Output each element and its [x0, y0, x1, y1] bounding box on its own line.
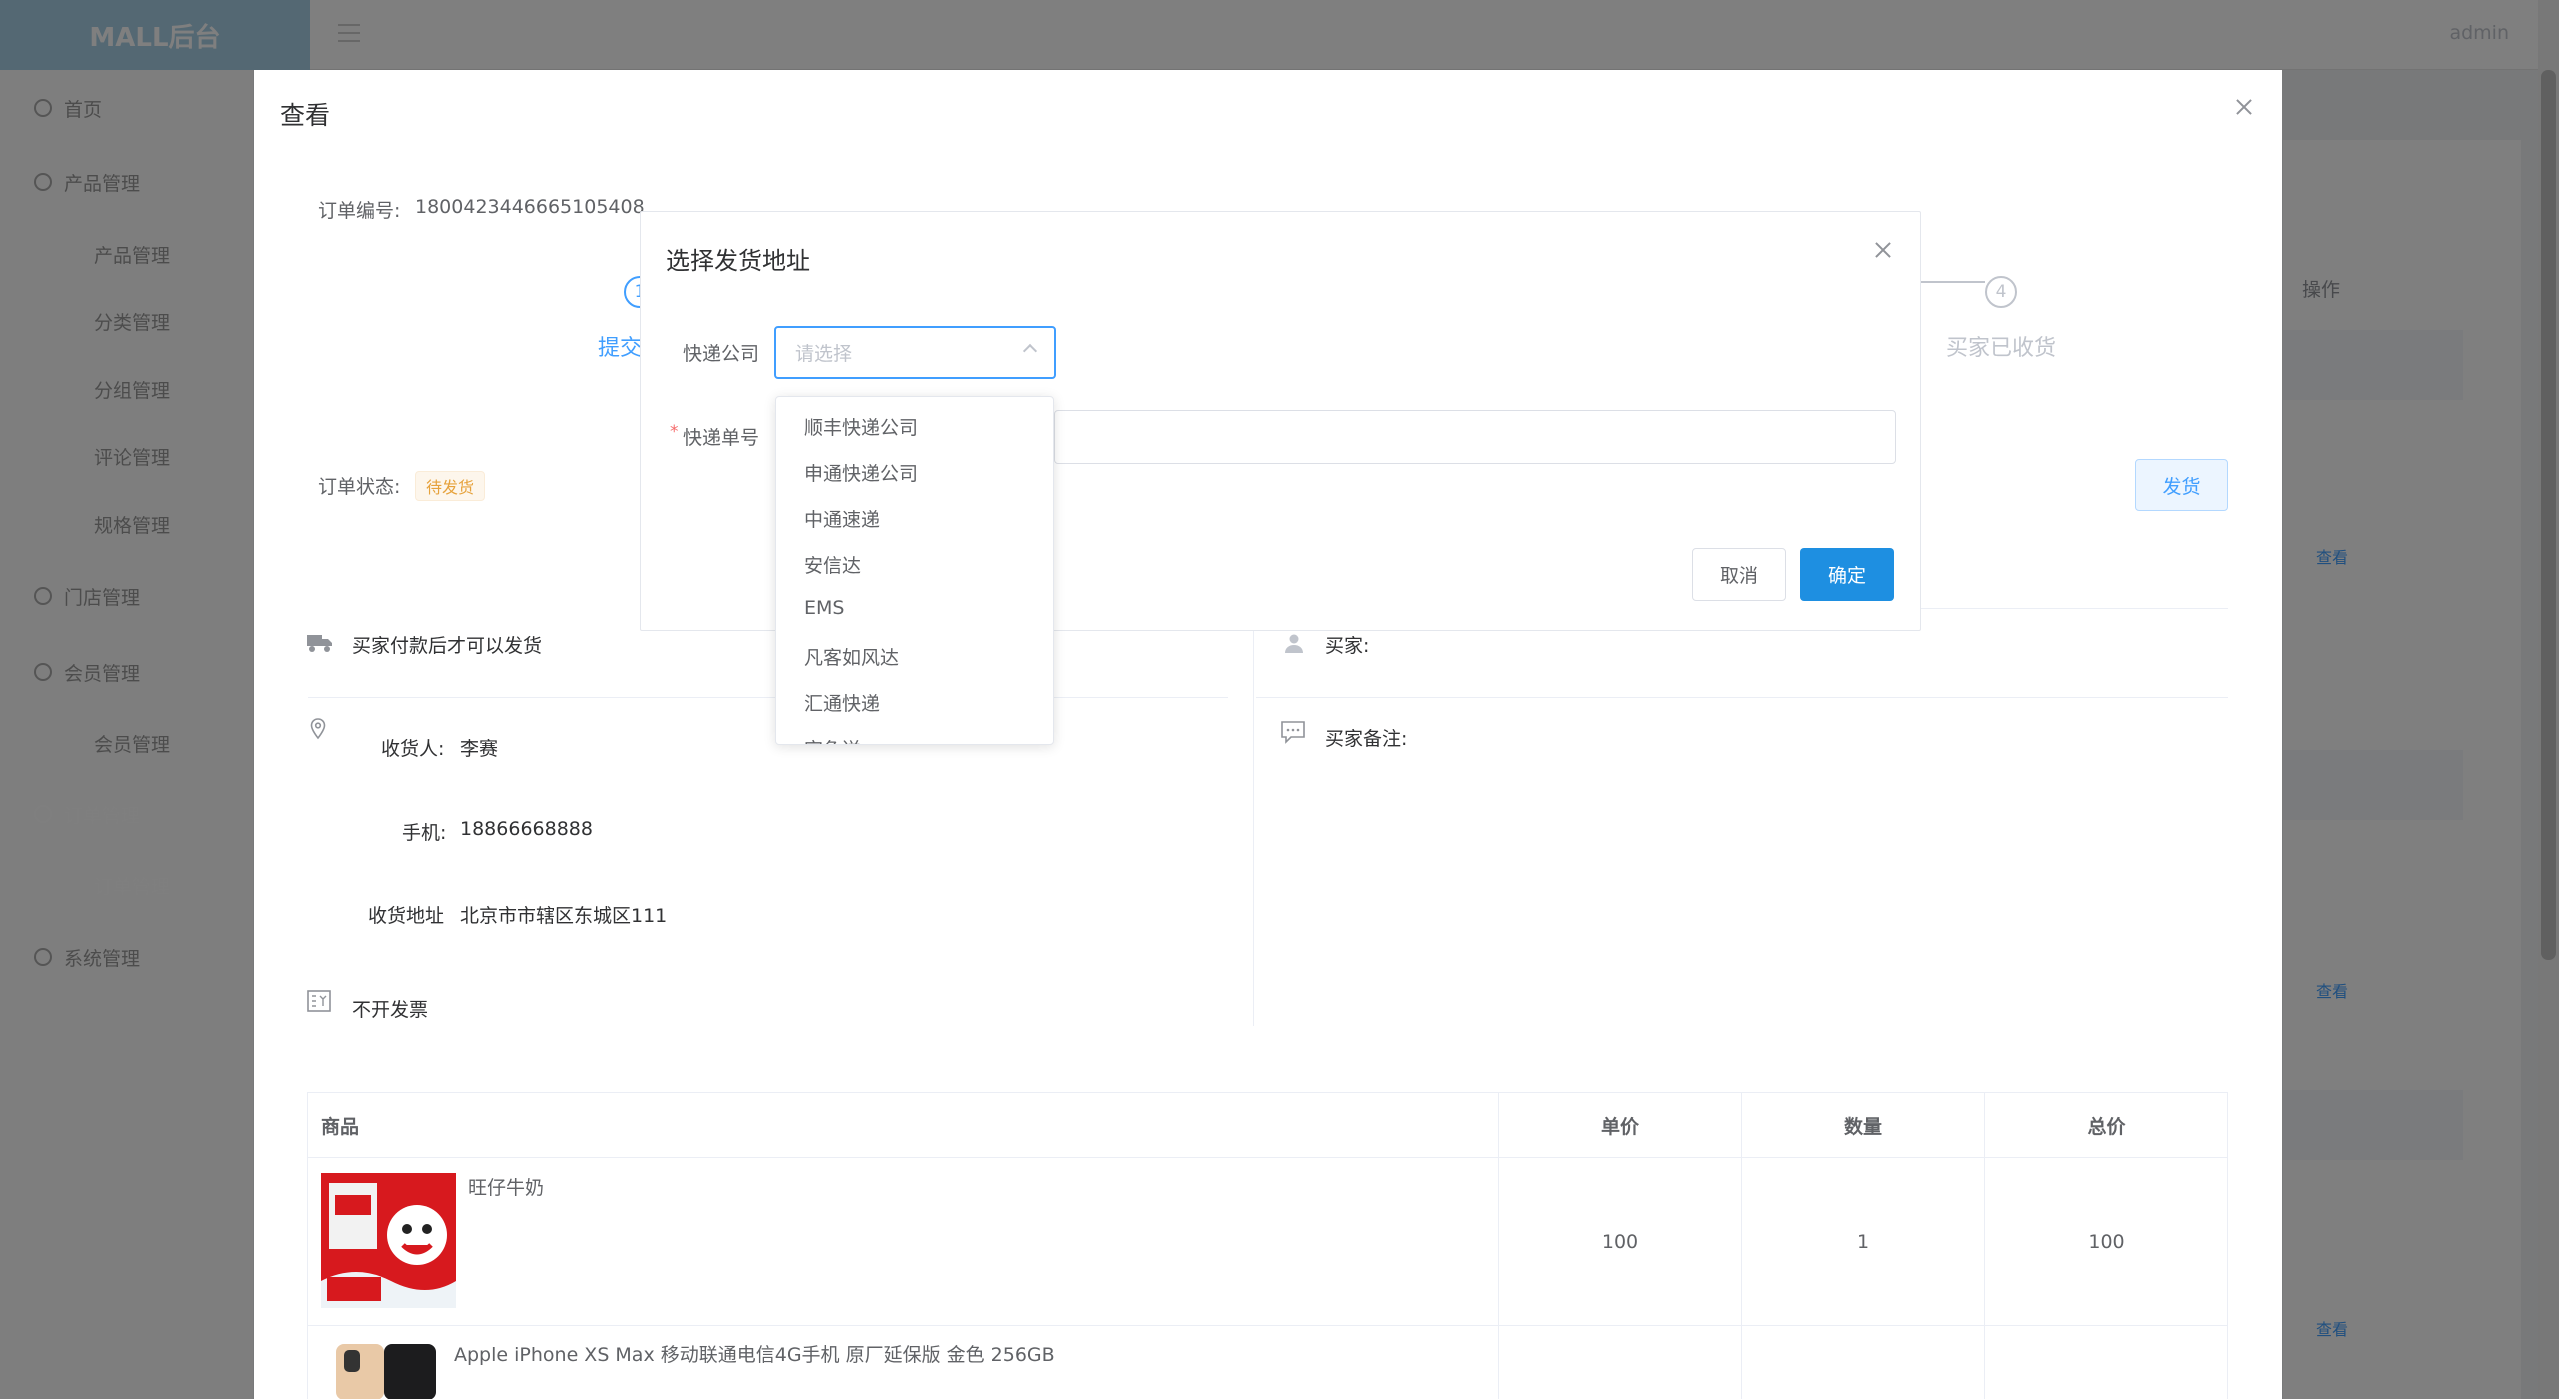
total-cell	[1985, 1326, 2228, 1399]
column-header-price: 单价	[1499, 1093, 1742, 1158]
invoice-icon	[307, 990, 331, 1012]
table-row: 旺仔牛奶	[308, 1158, 1499, 1326]
step-4-label: 买家已收货	[1946, 336, 2057, 361]
column-divider	[1253, 608, 1254, 1026]
courier-option[interactable]: 申通快递公司	[804, 459, 918, 486]
pay-notice: 买家付款后才可以发货	[352, 635, 543, 657]
tracking-label: 快递单号	[683, 427, 760, 449]
order-no-label: 订单编号:	[318, 200, 401, 222]
courier-option[interactable]: 凡客如风达	[804, 643, 899, 670]
company-label: 快递公司	[683, 343, 760, 365]
phone-label: 手机:	[402, 822, 447, 844]
cancel-button[interactable]: 取消	[1692, 548, 1786, 601]
step-connector	[1921, 281, 1985, 283]
column-header-qty: 数量	[1742, 1093, 1985, 1158]
dialog-title: 查看	[280, 101, 331, 130]
column-header-total: 总价	[1985, 1093, 2228, 1158]
column-header-product: 商品	[308, 1093, 1499, 1158]
table-row: Apple iPhone XS Max 移动联通电信4G手机 原厂延保版 金色 …	[308, 1326, 1499, 1399]
courier-option[interactable]: 汇通快递	[804, 689, 880, 716]
product-name: Apple iPhone XS Max 移动联通电信4G手机 原厂延保版 金色 …	[454, 1344, 1055, 1366]
divider	[308, 697, 1228, 698]
product-image-iphone	[330, 1342, 442, 1399]
user-icon	[1285, 634, 1303, 653]
qty-cell: 1	[1742, 1158, 1985, 1326]
ship-dialog-title: 选择发货地址	[666, 247, 810, 275]
phone-value: 18866668888	[460, 818, 593, 840]
required-mark: *	[670, 422, 679, 442]
address-value: 北京市市辖区东城区111	[460, 905, 668, 927]
divider	[1256, 697, 2228, 698]
total-cell: 100	[1985, 1158, 2228, 1326]
status-label: 订单状态:	[318, 476, 401, 498]
confirm-button[interactable]: 确定	[1800, 548, 1894, 601]
qty-cell	[1742, 1326, 1985, 1399]
step-4-circle: 4	[1985, 276, 2017, 308]
step-1-label: 提交	[598, 336, 643, 361]
receiver-label: 收货人:	[381, 738, 445, 760]
order-no-value: 1800423446665105408	[415, 196, 645, 218]
courier-option[interactable]: 中通速递	[804, 505, 880, 532]
courier-select-placeholder: 请选择	[795, 343, 853, 365]
price-cell	[1499, 1326, 1742, 1399]
close-icon[interactable]	[1873, 240, 1893, 260]
truck-icon	[307, 635, 332, 652]
close-icon[interactable]	[2234, 97, 2254, 117]
product-name: 旺仔牛奶	[468, 1177, 545, 1199]
courier-option[interactable]: 宅急送	[804, 735, 861, 744]
courier-dropdown: 顺丰快递公司 申通快递公司 中通速递 安信达 EMS 凡客如风达 汇通快递 宅急…	[775, 396, 1054, 745]
buyer-note-label: 买家备注:	[1325, 728, 1408, 750]
location-icon	[310, 718, 326, 740]
ship-button[interactable]: 发货	[2135, 459, 2228, 511]
address-label: 收货地址	[368, 905, 445, 927]
price-cell: 100	[1499, 1158, 1742, 1326]
courier-option[interactable]: 顺丰快递公司	[804, 413, 918, 440]
tracking-number-input[interactable]	[1054, 410, 1896, 464]
buyer-label: 买家:	[1325, 635, 1370, 657]
product-table: 商品 单价 数量 总价 旺仔牛奶 100 1 100 Apple iPhone …	[307, 1092, 2228, 1399]
courier-option[interactable]: 安信达	[804, 551, 861, 578]
invoice-text: 不开发票	[352, 999, 429, 1021]
status-badge: 待发货	[415, 471, 486, 501]
receiver-value: 李赛	[460, 738, 499, 760]
product-image-wangzai-milk	[321, 1173, 456, 1308]
courier-option[interactable]: EMS	[804, 597, 844, 619]
comment-icon	[1281, 721, 1305, 744]
